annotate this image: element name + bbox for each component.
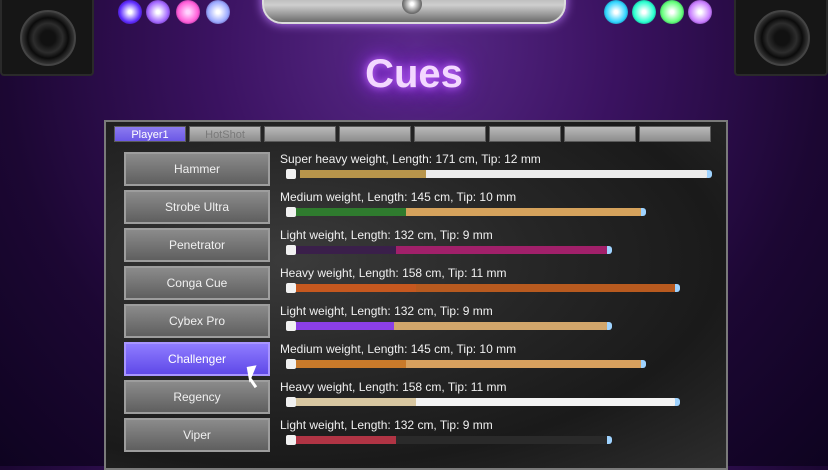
game-logo (262, 0, 566, 24)
cue-image (286, 169, 712, 179)
cue-tip-icon (607, 246, 612, 254)
cue-tip-icon (641, 208, 646, 216)
stage-light-icon (176, 0, 200, 24)
cue-row: Strobe Ultra Medium weight, Length: 145 … (124, 190, 714, 224)
tab-player1[interactable]: Player1 (114, 126, 186, 142)
cue-image (286, 435, 612, 445)
cue-image (286, 397, 680, 407)
cue-row: Viper Light weight, Length: 132 cm, Tip:… (124, 418, 714, 452)
stage-light-icon (146, 0, 170, 24)
cue-description: Super heavy weight, Length: 171 cm, Tip:… (280, 152, 541, 166)
cue-tip-icon (607, 322, 612, 330)
player-tabs: Player1 HotShot (114, 126, 714, 142)
cue-button-penetrator[interactable]: Penetrator (124, 228, 270, 262)
cue-description: Medium weight, Length: 145 cm, Tip: 10 m… (280, 190, 517, 204)
tab-empty (264, 126, 336, 142)
cue-button-cybex-pro[interactable]: Cybex Pro (124, 304, 270, 338)
cue-image (286, 321, 612, 331)
cue-description: Heavy weight, Length: 158 cm, Tip: 11 mm (280, 266, 507, 280)
cue-image (286, 207, 646, 217)
cue-button-hammer[interactable]: Hammer (124, 152, 270, 186)
cue-butt-icon (286, 435, 296, 445)
logo-orb-icon (402, 0, 422, 14)
tab-empty (564, 126, 636, 142)
stage-light-icon (660, 0, 684, 24)
page-title: Cues (365, 52, 463, 96)
cue-butt-icon (286, 397, 296, 407)
cue-butt-icon (286, 207, 296, 217)
stage-light-icon (604, 0, 628, 24)
cue-tip-icon (707, 170, 712, 178)
cue-row: Challenger Medium weight, Length: 145 cm… (124, 342, 714, 376)
cue-description: Heavy weight, Length: 158 cm, Tip: 11 mm (280, 380, 507, 394)
cue-button-viper[interactable]: Viper (124, 418, 270, 452)
stage-light-icon (118, 0, 142, 24)
tab-empty (339, 126, 411, 142)
cue-row: Penetrator Light weight, Length: 132 cm,… (124, 228, 714, 262)
cues-panel: Player1 HotShot Hammer Super heavy weigh… (104, 120, 728, 470)
cue-row: Hammer Super heavy weight, Length: 171 c… (124, 152, 714, 186)
stage-light-icon (206, 0, 230, 24)
stage-light-icon (688, 0, 712, 24)
cue-description: Light weight, Length: 132 cm, Tip: 9 mm (280, 418, 493, 432)
cue-button-regency[interactable]: Regency (124, 380, 270, 414)
tab-hotshot[interactable]: HotShot (189, 126, 261, 142)
cue-image (286, 359, 646, 369)
cue-description: Light weight, Length: 132 cm, Tip: 9 mm (280, 304, 493, 318)
cue-butt-icon (286, 169, 296, 179)
stage-light-icon (632, 0, 656, 24)
cue-button-strobe-ultra[interactable]: Strobe Ultra (124, 190, 270, 224)
cue-tip-icon (675, 398, 680, 406)
cue-description: Medium weight, Length: 145 cm, Tip: 10 m… (280, 342, 517, 356)
tab-empty (489, 126, 561, 142)
cue-button-conga-cue[interactable]: Conga Cue (124, 266, 270, 300)
cue-image (286, 245, 612, 255)
tab-empty (414, 126, 486, 142)
cue-row: Regency Heavy weight, Length: 158 cm, Ti… (124, 380, 714, 414)
cue-tip-icon (607, 436, 612, 444)
cue-butt-icon (286, 321, 296, 331)
cue-butt-icon (286, 283, 296, 293)
cue-tip-icon (675, 284, 680, 292)
cue-butt-icon (286, 245, 296, 255)
tab-empty (639, 126, 711, 142)
cue-row: Cybex Pro Light weight, Length: 132 cm, … (124, 304, 714, 338)
cue-butt-icon (286, 359, 296, 369)
cue-row: Conga Cue Heavy weight, Length: 158 cm, … (124, 266, 714, 300)
cue-image (286, 283, 680, 293)
cue-tip-icon (641, 360, 646, 368)
cue-description: Light weight, Length: 132 cm, Tip: 9 mm (280, 228, 493, 242)
